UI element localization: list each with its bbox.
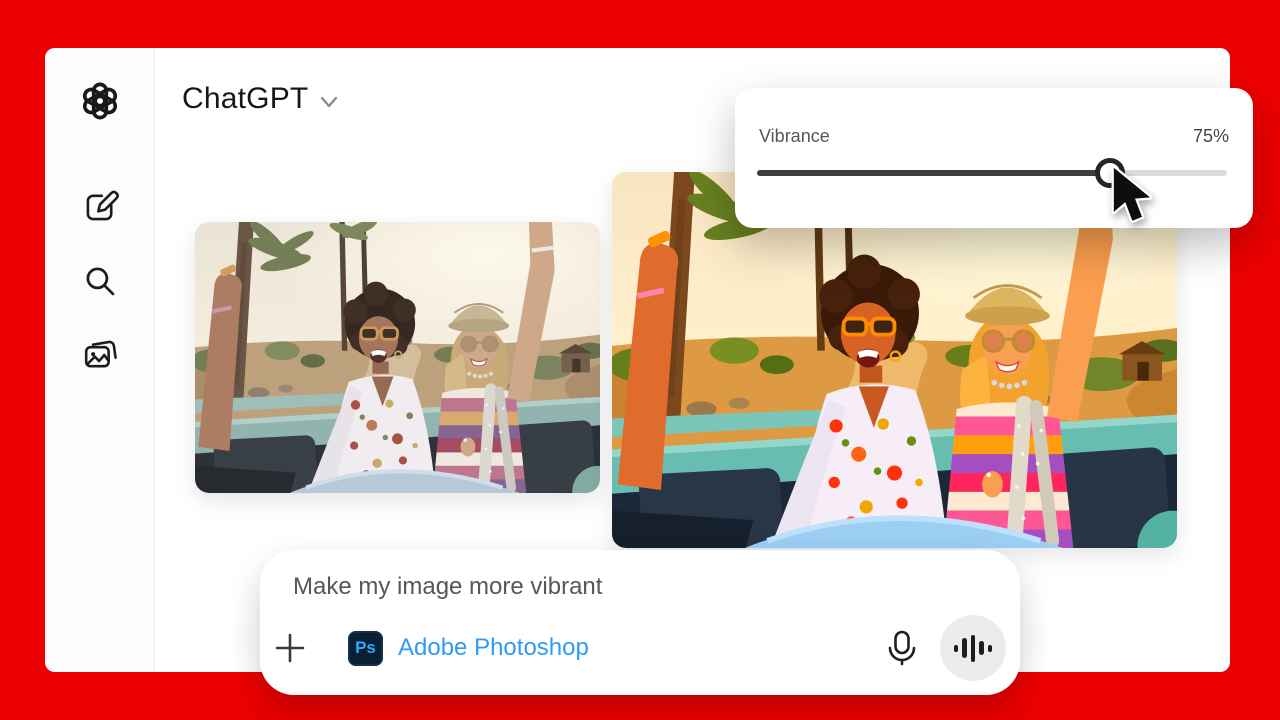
photoshop-badge-label: Ps	[355, 638, 376, 658]
chevron-down-icon[interactable]	[318, 91, 340, 113]
chat-message-text: Make my image more vibrant	[293, 573, 602, 601]
model-switcher[interactable]: ChatGPT	[182, 82, 340, 116]
plus-icon[interactable]	[273, 631, 307, 665]
chat-input[interactable]: Make my image more vibrant Ps Adobe Phot…	[260, 550, 1020, 695]
page-title: ChatGPT	[182, 82, 308, 116]
vibrance-panel: Vibrance 75%	[735, 88, 1253, 228]
photoshop-plugin-name[interactable]: Adobe Photoshop	[398, 634, 589, 662]
photoshop-badge[interactable]: Ps	[348, 631, 383, 666]
vibrance-label: Vibrance	[759, 126, 830, 147]
image-original	[195, 222, 600, 493]
search-icon[interactable]	[81, 262, 119, 300]
vibrance-slider-fill	[757, 170, 1110, 176]
chat-toolbar: Ps Adobe Photoshop	[260, 615, 1020, 681]
voice-mode-icon[interactable]	[940, 615, 1006, 681]
new-chat-icon[interactable]	[81, 188, 119, 226]
vibrance-value: 75%	[1193, 126, 1229, 147]
library-icon[interactable]	[81, 336, 119, 374]
sidebar	[45, 48, 155, 672]
promo-canvas: { "frame": { "color": "#ec0000" }, "head…	[0, 0, 1280, 720]
mouse-cursor-icon	[1108, 166, 1162, 226]
openai-logo	[81, 82, 119, 120]
image-vibrant	[612, 172, 1177, 548]
microphone-icon[interactable]	[882, 628, 922, 668]
